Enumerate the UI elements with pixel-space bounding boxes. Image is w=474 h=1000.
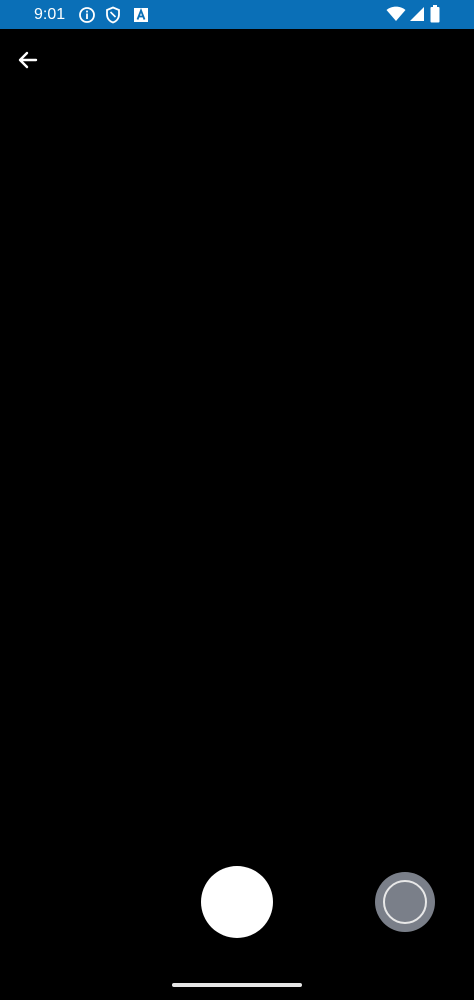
shield-icon [106,6,120,24]
battery-icon [430,5,440,23]
camera-screen: 9:01 [0,0,474,1000]
shutter-button[interactable] [201,866,273,938]
signal-icon [410,7,424,21]
info-icon [79,7,95,23]
arrow-left-icon [18,51,38,69]
gallery-ring-icon [383,880,427,924]
wifi-icon [386,6,406,21]
status-time: 9:01 [34,6,66,23]
accessibility-a-icon [134,8,148,22]
gallery-button[interactable] [375,872,435,932]
status-bar: 9:01 [0,0,474,29]
camera-preview[interactable] [0,29,474,849]
back-button[interactable] [10,42,46,78]
gesture-nav-handle[interactable] [172,983,302,987]
